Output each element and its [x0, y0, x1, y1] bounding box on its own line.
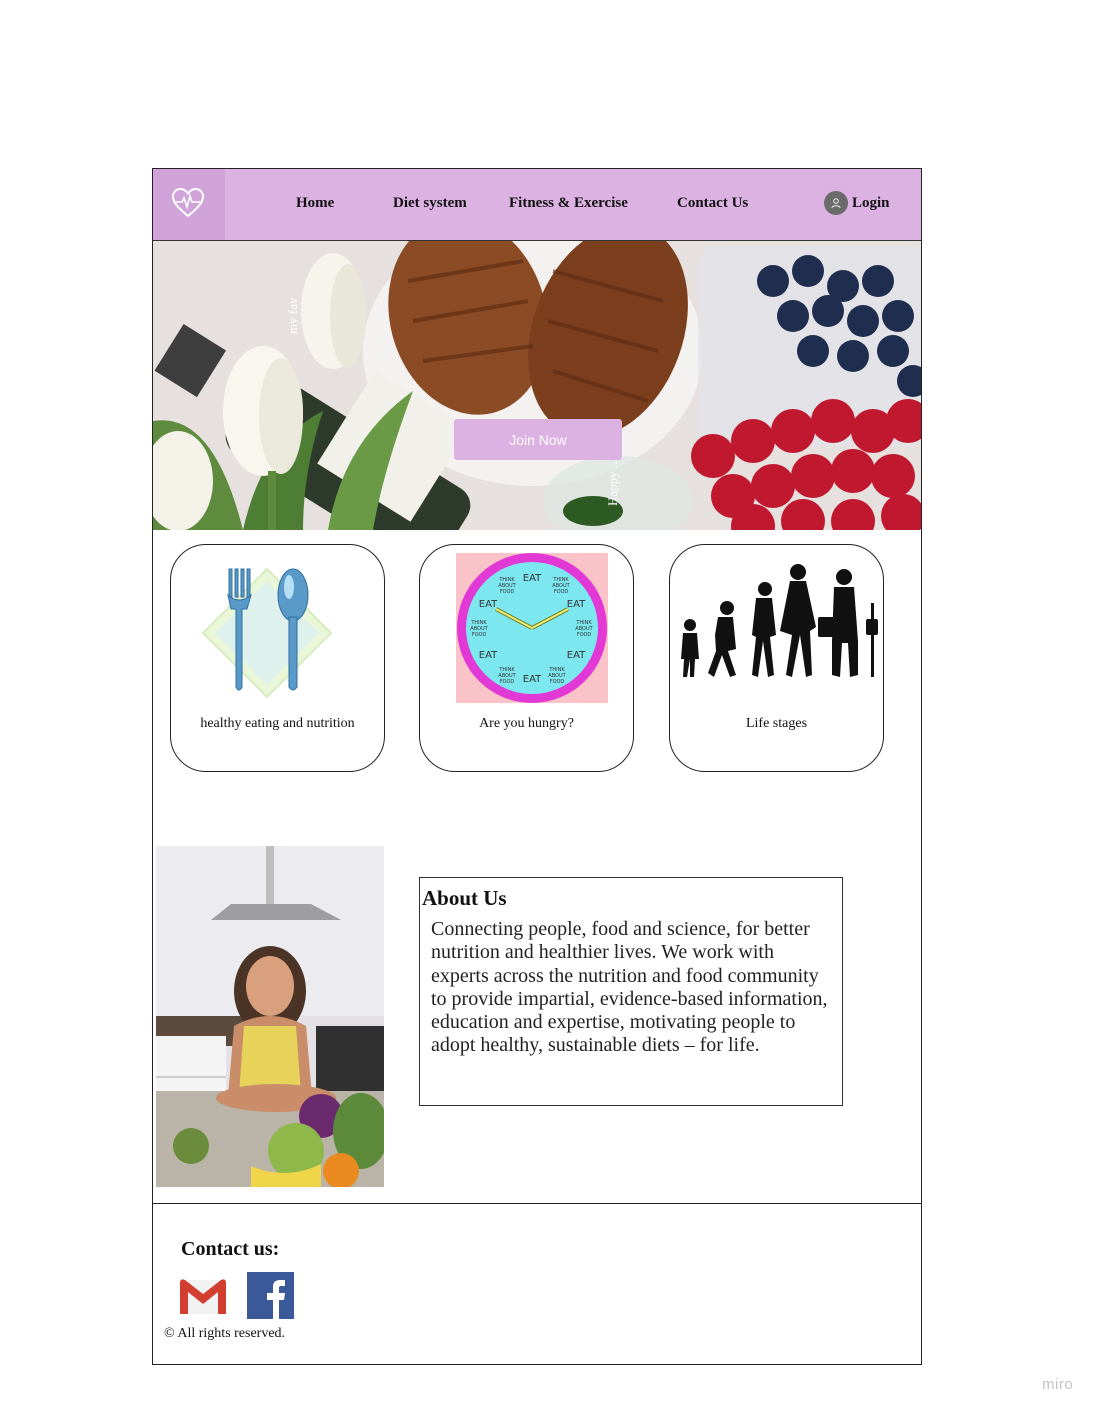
copyright-text: © All rights reserved.: [164, 1326, 286, 1341]
hero-food-image: [153, 241, 921, 530]
join-now-button[interactable]: Join Now: [454, 419, 622, 460]
about-photo: [156, 846, 384, 1187]
nav-contact-us[interactable]: Contact Us: [677, 195, 748, 212]
svg-text:EAT: EAT: [523, 674, 542, 685]
card-healthy-eating[interactable]: healthy eating and nutrition: [170, 544, 385, 772]
hero-overlay-text-fav: my fav: [285, 297, 300, 334]
life-stages-icon: [681, 564, 878, 677]
svg-text:EAT: EAT: [479, 599, 498, 610]
svg-text:FOOD: FOOD: [550, 679, 565, 685]
svg-text:EAT: EAT: [479, 650, 498, 661]
miro-watermark: miro: [1042, 1376, 1074, 1393]
svg-text:FOOD: FOOD: [500, 679, 515, 685]
top-navbar: Home Diet system Fitness & Exercise Cont…: [153, 169, 921, 241]
page-frame: Home Diet system Fitness & Exercise Cont…: [152, 168, 922, 1365]
card-caption: Are you hungry?: [479, 716, 574, 731]
heart-pulse-icon: [171, 187, 205, 218]
fork-spoon-icon: [201, 567, 333, 699]
card-life-stages[interactable]: Life stages: [669, 544, 884, 772]
svg-text:EAT: EAT: [567, 599, 586, 610]
contact-title: Contact us:: [181, 1238, 280, 1260]
clock-eat-label: EAT: [523, 573, 542, 584]
card-caption: healthy eating and nutrition: [200, 716, 355, 731]
svg-text:FOOD: FOOD: [554, 589, 569, 595]
svg-text:FOOD: FOOD: [472, 632, 487, 638]
login-label: Login: [852, 194, 890, 211]
nav-fitness-exercise[interactable]: Fitness & Exercise: [509, 195, 628, 212]
svg-text:EAT: EAT: [567, 650, 586, 661]
hero-banner: my fav Happy ... s Day! Join Now: [153, 241, 921, 530]
eat-clock-icon: EAT EAT EAT EAT EAT EAT THINKABOUTFOOD T…: [456, 553, 608, 703]
about-us-box: About Us Connecting people, food and sci…: [419, 877, 843, 1106]
footer: Contact us: © All rights reserved.: [153, 1203, 921, 1365]
login-button[interactable]: Login: [824, 191, 890, 215]
gmail-icon[interactable]: [178, 1274, 228, 1320]
about-body: Connecting people, food and science, for…: [431, 918, 828, 1057]
facebook-icon[interactable]: [247, 1272, 294, 1319]
nav-diet-system[interactable]: Diet system: [393, 195, 467, 212]
card-are-you-hungry[interactable]: EAT EAT EAT EAT EAT EAT THINK ABOUT FOOD T…: [419, 544, 634, 772]
logo[interactable]: [153, 169, 225, 240]
card-caption: Life stages: [745, 716, 808, 731]
svg-text:FOOD: FOOD: [500, 589, 515, 595]
svg-text:FOOD: FOOD: [577, 632, 592, 638]
user-avatar-icon: [824, 191, 848, 215]
nav-home[interactable]: Home: [296, 195, 334, 212]
about-title: About Us: [422, 886, 507, 910]
